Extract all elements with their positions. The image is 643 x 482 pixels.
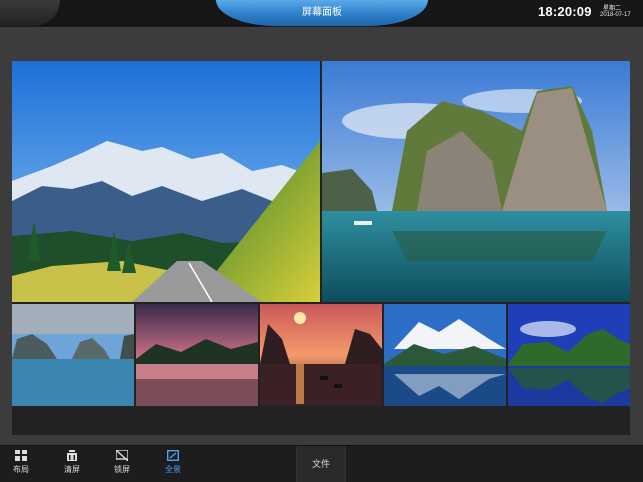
- screen-tile-mountain-road[interactable]: [12, 61, 320, 302]
- lock-screen-icon: [116, 450, 128, 461]
- rocky-bay-image: [12, 304, 134, 406]
- screen-tile-rocky-bay[interactable]: [12, 304, 134, 406]
- clock-time: 18:20:09: [538, 4, 592, 19]
- panorama-label: 全景: [165, 465, 181, 474]
- clear-screen-label: 清屏: [64, 465, 80, 474]
- layout-button[interactable]: 布局: [4, 450, 38, 475]
- sunset-boats-image: [260, 304, 382, 406]
- panorama-button[interactable]: 全景: [156, 450, 190, 475]
- lock-screen-button[interactable]: 锁屏: [105, 450, 139, 475]
- file-button[interactable]: 文件: [296, 446, 346, 482]
- clear-screen-icon: [67, 450, 77, 461]
- screen-tile-sunset-boats[interactable]: [260, 304, 382, 406]
- layout-grid-icon: [15, 450, 27, 461]
- date-label: 2018-07-17: [600, 12, 631, 18]
- bottom-toolbar: 布局 清屏 锁屏 全景 文件: [0, 445, 643, 482]
- screen-tile-snowy-peak-lake[interactable]: [384, 304, 506, 406]
- panorama-icon: [167, 450, 179, 461]
- mountain-road-image: [12, 61, 320, 302]
- green-hill-reflection-image: [508, 304, 630, 406]
- clear-screen-button[interactable]: 清屏: [55, 450, 89, 475]
- pink-sunset-lake-image: [136, 304, 258, 406]
- weekday-label: 星期二: [603, 6, 622, 12]
- karst-island-image: [322, 61, 630, 302]
- screen-tile-pink-sunset-lake[interactable]: [136, 304, 258, 406]
- screen-tile-karst-island[interactable]: [322, 61, 630, 302]
- screen-grid: [12, 61, 630, 435]
- top-bar: 屏幕面板 18:20:09 星期二 2018-07-17: [0, 0, 643, 26]
- top-left-decoration: [0, 0, 60, 26]
- screen-wall-area: [0, 27, 643, 445]
- snowy-peak-lake-image: [384, 304, 506, 406]
- layout-label: 布局: [13, 465, 29, 474]
- screen-tile-green-hill-reflection[interactable]: [508, 304, 630, 406]
- panel-title: 屏幕面板: [216, 0, 428, 26]
- lock-screen-label: 锁屏: [114, 465, 130, 474]
